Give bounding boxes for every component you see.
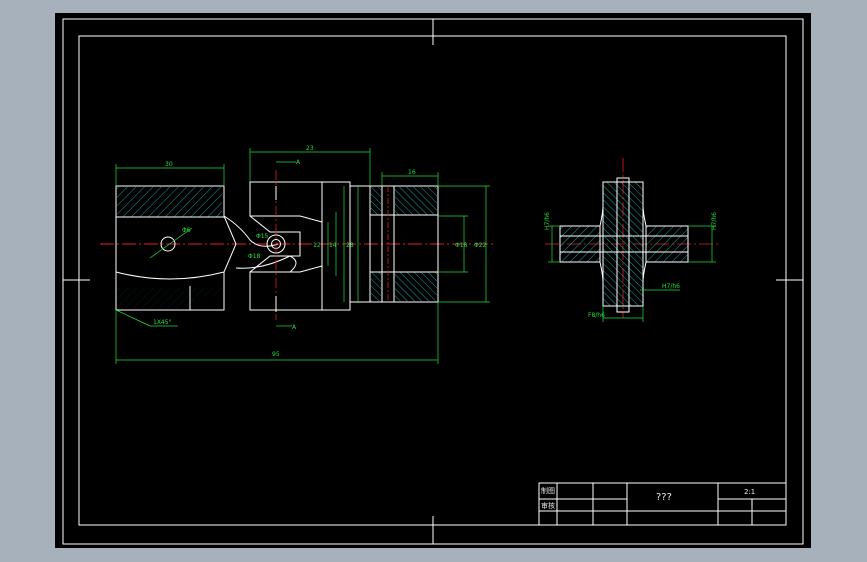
cross-arm-left xyxy=(559,225,601,263)
dim-overall-length: 95 xyxy=(272,351,280,358)
drawing-canvas[interactable]: 30 23 16 95 1X45° Φ6 Φ15 Φ18 12 14 28 Φ1… xyxy=(0,0,867,562)
cross-arm-right xyxy=(645,225,689,263)
dim-fork-h1: 12 xyxy=(313,242,321,249)
fit-bottom: H7/h6 xyxy=(662,283,680,290)
cross-arm-vertical xyxy=(602,181,644,307)
drawing-scale: 2:1 xyxy=(744,488,755,496)
dim-hub-width: 16 xyxy=(408,169,416,176)
dim-fork-h3: 28 xyxy=(346,242,354,249)
hub-hatch-c xyxy=(371,272,381,301)
hub-hatch-b xyxy=(395,187,437,215)
hub-hatch-d xyxy=(395,272,437,301)
title-cell-b: 审核 xyxy=(541,501,555,510)
dim-chamfer: 1X45° xyxy=(153,319,172,326)
cad-viewport[interactable]: 30 23 16 95 1X45° Φ6 Φ15 Φ18 12 14 28 Φ1… xyxy=(0,0,867,562)
dim-outer-dia: Φ22 xyxy=(474,242,487,249)
dim-bore-dia-b: Φ18 xyxy=(248,253,261,260)
dim-fork-h2: 14 xyxy=(329,242,337,249)
dim-pin-dia: Φ6 xyxy=(182,227,191,234)
hub-hatch-a xyxy=(371,187,381,215)
fit-left: H7/h6 xyxy=(544,212,551,230)
dim-bore-dia-a: Φ15 xyxy=(256,233,269,240)
fit-right: H7/h6 xyxy=(711,212,718,230)
fit-lower: F8/h6 xyxy=(588,312,605,319)
drawing-name: ??? xyxy=(656,492,672,503)
title-cell-a: 制图 xyxy=(541,486,555,495)
dim-fork-width: 23 xyxy=(306,145,314,152)
dim-yoke-length: 30 xyxy=(165,161,173,168)
left-yoke-hatch-top xyxy=(117,187,222,217)
dim-shaft-dia: Φ18 xyxy=(455,242,468,249)
